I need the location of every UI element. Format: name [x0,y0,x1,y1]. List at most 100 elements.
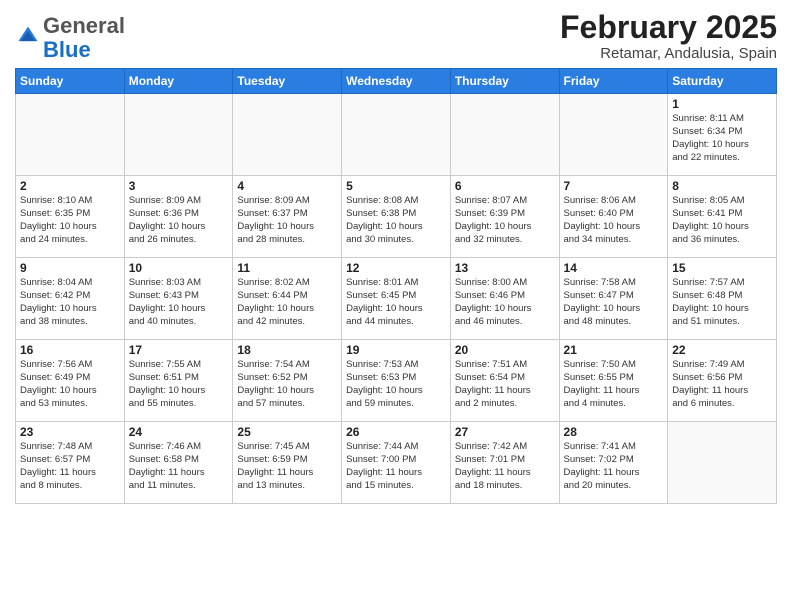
calendar-day [450,94,559,176]
day-info: Sunrise: 7:44 AM Sunset: 7:00 PM Dayligh… [346,441,446,492]
day-info: Sunrise: 7:58 AM Sunset: 6:47 PM Dayligh… [564,277,664,328]
day-number: 23 [20,425,120,439]
calendar-day [233,94,342,176]
day-info: Sunrise: 7:46 AM Sunset: 6:58 PM Dayligh… [129,441,229,492]
weekday-tuesday: Tuesday [233,69,342,94]
day-number: 3 [129,179,229,193]
page-header: General Blue February 2025 Retamar, Anda… [15,10,777,62]
day-info: Sunrise: 8:03 AM Sunset: 6:43 PM Dayligh… [129,277,229,328]
calendar-day: 19Sunrise: 7:53 AM Sunset: 6:53 PM Dayli… [342,340,451,422]
month-year: February 2025 [560,10,777,45]
day-info: Sunrise: 7:54 AM Sunset: 6:52 PM Dayligh… [237,359,337,410]
day-number: 11 [237,261,337,275]
calendar-day: 12Sunrise: 8:01 AM Sunset: 6:45 PM Dayli… [342,258,451,340]
day-info: Sunrise: 7:49 AM Sunset: 6:56 PM Dayligh… [672,359,772,410]
calendar-day: 20 Sunrise: 7:51 AM Sunset: 6:54 PM Dayli… [450,340,559,422]
day-number: 13 [455,261,555,275]
calendar-day [559,94,668,176]
day-number: 27 [455,425,555,439]
location: Retamar, Andalusia, Spain [560,45,777,62]
day-info: Sunrise: 8:10 AM Sunset: 6:35 PM Dayligh… [20,195,120,246]
day-info: Sunrise: 7:53 AM Sunset: 6:53 PM Dayligh… [346,359,446,410]
calendar-day: 14 Sunrise: 7:58 AM Sunset: 6:47 PM Dayli… [559,258,668,340]
day-number: 2 [20,179,120,193]
weekday-wednesday: Wednesday [342,69,451,94]
title-block: February 2025 Retamar, Andalusia, Spain [560,10,777,62]
calendar-day: 24 Sunrise: 7:46 AM Sunset: 6:58 PM Dayli… [124,422,233,504]
day-number: 8 [672,179,772,193]
calendar-day: 15 Sunrise: 7:57 AM Sunset: 6:48 PM Dayli… [668,258,777,340]
calendar-week-row: 23 Sunrise: 7:48 AM Sunset: 6:57 PM Dayli… [16,422,777,504]
day-info: Sunrise: 8:11 AM Sunset: 6:34 PM Dayligh… [672,113,772,164]
calendar-week-row: 16Sunrise: 7:56 AM Sunset: 6:49 PM Dayli… [16,340,777,422]
day-number: 17 [129,343,229,357]
logo-icon [17,25,39,47]
day-number: 26 [346,425,446,439]
weekday-saturday: Saturday [668,69,777,94]
calendar-day: 7 Sunrise: 8:06 AM Sunset: 6:40 PM Daylig… [559,176,668,258]
day-info: Sunrise: 7:41 AM Sunset: 7:02 PM Dayligh… [564,441,664,492]
calendar-day: 26 Sunrise: 7:44 AM Sunset: 7:00 PM Dayli… [342,422,451,504]
page-container: General Blue February 2025 Retamar, Anda… [0,0,792,509]
logo: General Blue [15,14,125,62]
day-info: Sunrise: 8:06 AM Sunset: 6:40 PM Dayligh… [564,195,664,246]
day-info: Sunrise: 8:08 AM Sunset: 6:38 PM Dayligh… [346,195,446,246]
day-info: Sunrise: 7:57 AM Sunset: 6:48 PM Dayligh… [672,277,772,328]
day-number: 24 [129,425,229,439]
calendar-day: 1 Sunrise: 8:11 AM Sunset: 6:34 PM Daylig… [668,94,777,176]
day-number: 16 [20,343,120,357]
calendar-day: 16Sunrise: 7:56 AM Sunset: 6:49 PM Dayli… [16,340,125,422]
calendar-day: 4 Sunrise: 8:09 AM Sunset: 6:37 PM Daylig… [233,176,342,258]
calendar-day: 18 Sunrise: 7:54 AM Sunset: 6:52 PM Dayli… [233,340,342,422]
calendar-day: 25Sunrise: 7:45 AM Sunset: 6:59 PM Dayli… [233,422,342,504]
day-number: 9 [20,261,120,275]
calendar-day: 5Sunrise: 8:08 AM Sunset: 6:38 PM Daylig… [342,176,451,258]
day-info: Sunrise: 8:04 AM Sunset: 6:42 PM Dayligh… [20,277,120,328]
day-number: 7 [564,179,664,193]
calendar-day: 2 Sunrise: 8:10 AM Sunset: 6:35 PM Daylig… [16,176,125,258]
calendar-week-row: 2 Sunrise: 8:10 AM Sunset: 6:35 PM Daylig… [16,176,777,258]
day-info: Sunrise: 8:01 AM Sunset: 6:45 PM Dayligh… [346,277,446,328]
calendar-day [342,94,451,176]
day-info: Sunrise: 7:55 AM Sunset: 6:51 PM Dayligh… [129,359,229,410]
day-info: Sunrise: 7:51 AM Sunset: 6:54 PM Dayligh… [455,359,555,410]
day-number: 28 [564,425,664,439]
calendar-day [668,422,777,504]
day-info: Sunrise: 7:42 AM Sunset: 7:01 PM Dayligh… [455,441,555,492]
calendar-day: 21 Sunrise: 7:50 AM Sunset: 6:55 PM Dayli… [559,340,668,422]
calendar-day: 6Sunrise: 8:07 AM Sunset: 6:39 PM Daylig… [450,176,559,258]
day-info: Sunrise: 8:09 AM Sunset: 6:37 PM Dayligh… [237,195,337,246]
day-number: 14 [564,261,664,275]
day-info: Sunrise: 7:50 AM Sunset: 6:55 PM Dayligh… [564,359,664,410]
day-info: Sunrise: 8:05 AM Sunset: 6:41 PM Dayligh… [672,195,772,246]
day-number: 4 [237,179,337,193]
logo-general: General [43,13,125,38]
day-info: Sunrise: 8:00 AM Sunset: 6:46 PM Dayligh… [455,277,555,328]
calendar-day: 13 Sunrise: 8:00 AM Sunset: 6:46 PM Dayli… [450,258,559,340]
logo-blue: Blue [43,37,91,62]
day-info: Sunrise: 7:48 AM Sunset: 6:57 PM Dayligh… [20,441,120,492]
calendar-day: 3Sunrise: 8:09 AM Sunset: 6:36 PM Daylig… [124,176,233,258]
day-number: 18 [237,343,337,357]
calendar-day: 28 Sunrise: 7:41 AM Sunset: 7:02 PM Dayli… [559,422,668,504]
day-number: 20 [455,343,555,357]
calendar-day: 9 Sunrise: 8:04 AM Sunset: 6:42 PM Daylig… [16,258,125,340]
day-number: 10 [129,261,229,275]
calendar-day [124,94,233,176]
day-number: 1 [672,97,772,111]
calendar-day: 23 Sunrise: 7:48 AM Sunset: 6:57 PM Dayli… [16,422,125,504]
day-info: Sunrise: 8:07 AM Sunset: 6:39 PM Dayligh… [455,195,555,246]
calendar-week-row: 1 Sunrise: 8:11 AM Sunset: 6:34 PM Daylig… [16,94,777,176]
calendar-day: 10 Sunrise: 8:03 AM Sunset: 6:43 PM Dayli… [124,258,233,340]
day-number: 21 [564,343,664,357]
day-info: Sunrise: 7:45 AM Sunset: 6:59 PM Dayligh… [237,441,337,492]
weekday-monday: Monday [124,69,233,94]
calendar-table: SundayMondayTuesdayWednesdayThursdayFrid… [15,68,777,504]
calendar-day: 8 Sunrise: 8:05 AM Sunset: 6:41 PM Daylig… [668,176,777,258]
calendar-day: 27 Sunrise: 7:42 AM Sunset: 7:01 PM Dayli… [450,422,559,504]
day-number: 15 [672,261,772,275]
day-info: Sunrise: 8:02 AM Sunset: 6:44 PM Dayligh… [237,277,337,328]
calendar-day [16,94,125,176]
calendar-day: 11 Sunrise: 8:02 AM Sunset: 6:44 PM Dayli… [233,258,342,340]
weekday-thursday: Thursday [450,69,559,94]
